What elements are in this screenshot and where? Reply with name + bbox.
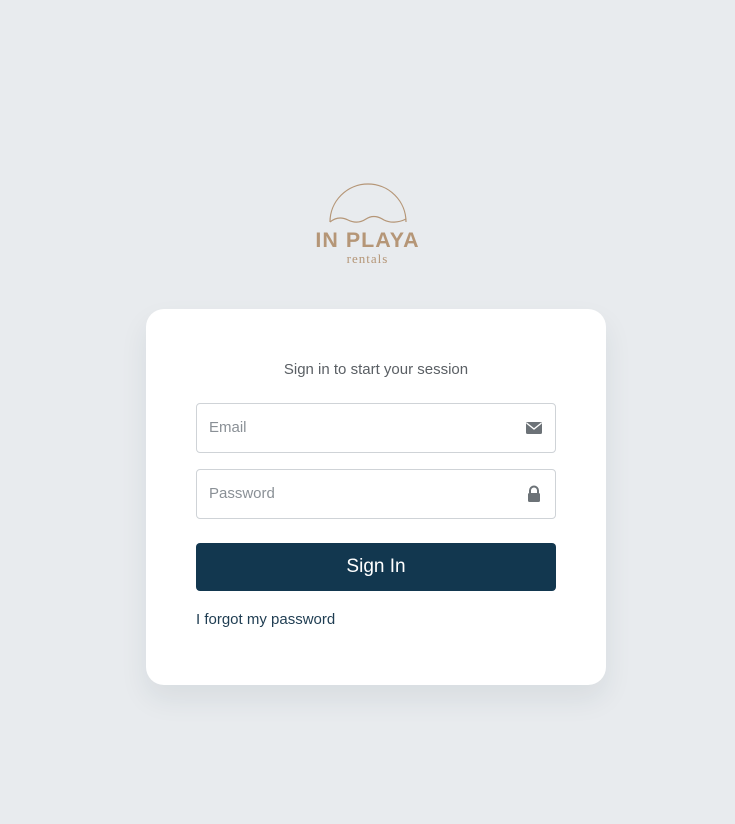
envelope-icon [526,422,542,434]
email-input[interactable] [197,404,509,450]
password-field[interactable] [196,469,556,519]
sign-in-button[interactable]: Sign In [196,543,556,591]
brand-logo: IN PLAYA rentals [0,182,735,266]
password-input[interactable] [197,470,509,516]
forgot-password-link[interactable]: I forgot my password [196,611,335,628]
login-card: Sign in to start your session Sign In I … [146,309,606,685]
brand-subtitle: rentals [346,251,389,266]
sun-over-waves-icon [328,183,407,223]
brand-title: IN PLAYA [315,229,420,252]
email-field[interactable] [196,403,556,453]
lock-icon [528,485,540,502]
login-message: Sign in to start your session [283,361,469,378]
